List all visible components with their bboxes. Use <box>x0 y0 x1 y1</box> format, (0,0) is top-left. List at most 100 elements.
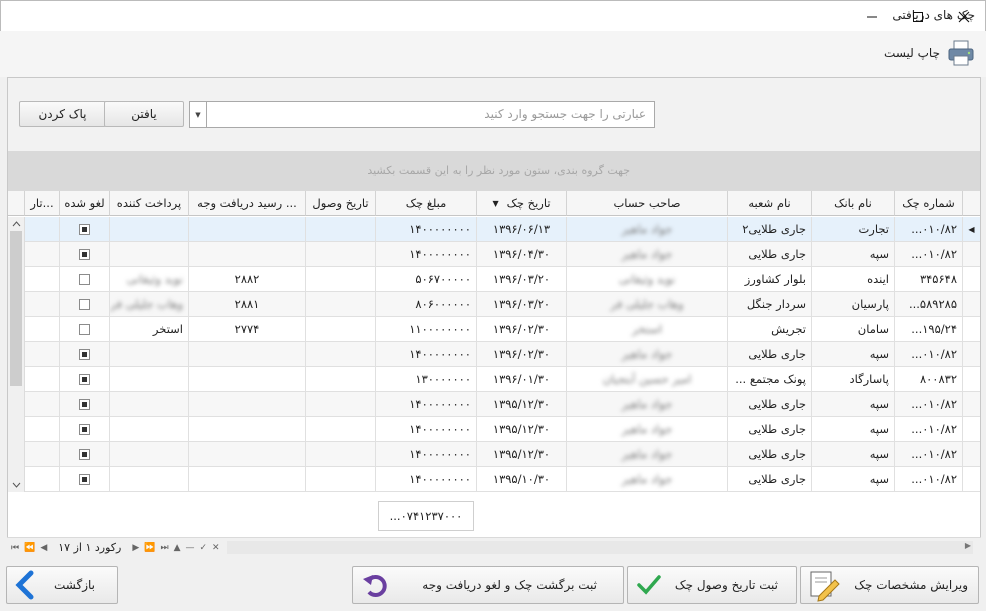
cancelled-checkbox[interactable] <box>79 348 90 360</box>
cancelled-checkbox[interactable] <box>79 323 90 335</box>
received-date-cell <box>306 442 376 467</box>
group-by-panel[interactable]: جهت گروه بندی، ستون مورد نظر را به این ق… <box>8 151 980 191</box>
search-input[interactable]: عبارتی را جهت جستجو وارد کنید <box>206 101 655 128</box>
header-date[interactable]: ▼ تاریخ چک <box>477 191 567 216</box>
table-row[interactable]: ۱۴۰۰۰۰۰۰۰۰ ۱۳۹۵/۱۲/۳۰ جواد ماهیر جاری طلایی… <box>8 442 980 467</box>
received-date-cell <box>306 292 376 317</box>
insert-record-icon[interactable]: ▲ <box>174 543 181 553</box>
record-counter: رکورد ۱ از ۱۷ <box>58 541 122 554</box>
cancelled-checkbox[interactable] <box>79 298 90 310</box>
table-row[interactable]: ۱۴۰۰۰۰۰۰۰۰ ۱۳۹۵/۱۲/۳۰ جواد ماهیر جاری طلایی… <box>8 417 980 442</box>
header-holder[interactable]: صاحب حساب <box>567 191 728 216</box>
prev-page-icon[interactable]: ⏪ <box>24 543 35 553</box>
record-navigator: ⏮ ⏪ ◀ رکورد ۱ از ۱۷ ▶ ⏩ ⏭ ▲ — ✓ ✕ ▶ <box>7 537 981 558</box>
header-payer[interactable]: پرداخت کننده <box>110 191 189 216</box>
tar-cell <box>25 292 60 317</box>
branch-cell: جاری طلایی۲ <box>728 217 812 242</box>
header-branch[interactable]: نام شعبه <box>728 191 812 216</box>
table-row[interactable]: ۱۴۰۰۰۰۰۰۰۰ ۱۳۹۵/۱۲/۳۰ جواد ماهیر جاری طلایی… <box>8 392 980 417</box>
table-row[interactable]: نوید وثیقانی ۲۸۸۲ ۵۰۶۷۰۰۰۰۰ ۱۳۹۶/۰۳/۲۰ نوید … <box>8 267 980 292</box>
receipt-cell: ۲۷۷۴ <box>189 317 306 342</box>
last-record-icon[interactable]: ⏭ <box>160 543 168 553</box>
header-tar[interactable]: تار... <box>25 191 60 216</box>
scroll-thumb[interactable] <box>10 231 22 386</box>
holder-cell: جواد ماهیر <box>567 392 728 417</box>
close-button[interactable] <box>941 1 986 32</box>
row-pointer-cell <box>963 292 980 317</box>
confirm-icon[interactable]: ✓ <box>200 543 208 553</box>
receipt-cell <box>189 217 306 242</box>
cancelled-checkbox[interactable] <box>79 473 90 485</box>
table-row[interactable]: ۱۴۰۰۰۰۰۰۰۰ ۱۳۹۶/۰۶/۱۳ جواد ماهیر جاری طلایی… <box>8 217 980 242</box>
holder-text: وهاب جلیلی فر <box>610 297 684 311</box>
cancelled-checkbox[interactable] <box>79 223 90 235</box>
vertical-scrollbar[interactable] <box>8 217 25 492</box>
table-row[interactable]: استخر ۲۷۷۴ ۱۱۰۰۰۰۰۰۰۰ ۱۳۹۶/۰۲/۳۰ استخر تجریش س… <box>8 317 980 342</box>
received-date-cell <box>306 417 376 442</box>
date-cell: ۱۳۹۶/۰۱/۳۰ <box>477 367 567 392</box>
holder-cell: جواد ماهیر <box>567 242 728 267</box>
row-pointer-cell <box>963 367 980 392</box>
receipt-cell: ۲۸۸۲ <box>189 267 306 292</box>
cancel-edit-icon[interactable]: ✕ <box>212 543 220 553</box>
header-bank[interactable]: نام بانک <box>812 191 895 216</box>
receipt-cell <box>189 392 306 417</box>
holder-cell: نوید وثیقانی <box>567 267 728 292</box>
table-row[interactable]: ۱۴۰۰۰۰۰۰۰۰ ۱۳۹۶/۰۴/۳۰ جواد ماهیر جاری طلایی… <box>8 242 980 267</box>
register-receive-date-button[interactable]: ثبت تاریخ وصول چک <box>627 566 797 604</box>
checkmark-icon <box>637 575 661 595</box>
cancelled-checkbox[interactable] <box>79 248 90 260</box>
print-list-button[interactable]: چاپ لیست <box>884 37 976 69</box>
header-cancelled[interactable]: لغو شده <box>60 191 110 216</box>
header-received-date[interactable]: تاریخ وصول <box>306 191 376 216</box>
payer-cell <box>110 217 189 242</box>
minimize-icon <box>867 16 877 17</box>
header-check-no[interactable]: شماره چک <box>895 191 963 216</box>
chevron-left-icon <box>15 570 34 600</box>
tar-cell <box>25 417 60 442</box>
payer-cell <box>110 367 189 392</box>
cancelled-checkbox[interactable] <box>79 448 90 460</box>
cancelled-checkbox[interactable] <box>79 398 90 410</box>
next-record-icon[interactable]: ▶ <box>132 543 139 553</box>
date-cell: ۱۳۹۵/۱۰/۳۰ <box>477 467 567 492</box>
date-cell: ۱۳۹۵/۱۲/۳۰ <box>477 417 567 442</box>
amount-cell: ۱۴۰۰۰۰۰۰۰۰ <box>376 217 477 242</box>
minimize-button[interactable] <box>849 1 895 32</box>
delete-record-icon[interactable]: — <box>186 543 195 553</box>
payer-cell: نوید وثیقانی <box>110 267 189 292</box>
find-button[interactable]: یافتن <box>104 101 184 127</box>
branch-cell: جاری طلایی <box>728 392 812 417</box>
horizontal-scrollbar[interactable]: ▶ <box>227 541 973 554</box>
holder-text: امیر حسین آبتجیان <box>602 372 692 386</box>
table-row[interactable]: ۱۴۰۰۰۰۰۰۰۰ ۱۳۹۵/۱۰/۳۰ جواد ماهیر جاری طلایی… <box>8 467 980 492</box>
cancelled-checkbox[interactable] <box>79 373 90 385</box>
receipt-cell <box>189 342 306 367</box>
header-amount[interactable]: مبلغ چک <box>376 191 477 216</box>
return-cancel-button[interactable]: ثبت برگشت چک و لغو دریافت وجه <box>352 566 624 604</box>
cancelled-checkbox[interactable] <box>79 273 90 285</box>
bank-cell: سپه <box>812 342 895 367</box>
table-row[interactable]: وهاب جلیلی فر ۲۸۸۱ ۸۰۶۰۰۰۰۰۰ ۱۳۹۶/۰۳/۲۰ وهاب… <box>8 292 980 317</box>
scroll-right-icon[interactable]: ▶ <box>965 541 971 550</box>
back-button[interactable]: بازگشت <box>6 566 118 604</box>
edit-check-button[interactable]: ویرایش مشخصات چک <box>800 566 979 604</box>
cancelled-cell <box>60 392 110 417</box>
scroll-down-icon <box>12 482 21 488</box>
cancelled-checkbox[interactable] <box>79 423 90 435</box>
search-history-dropdown[interactable]: ▼ <box>189 101 206 128</box>
table-row[interactable]: ۱۴۰۰۰۰۰۰۰۰ ۱۳۹۶/۰۲/۳۰ جواد ماهیر جاری طلایی… <box>8 342 980 367</box>
find-label: یافتن <box>131 107 157 121</box>
amount-cell: ۱۴۰۰۰۰۰۰۰۰ <box>376 242 477 267</box>
holder-text: جواد ماهیر <box>621 447 673 461</box>
header-receipt[interactable]: رسید دریافت وجه ... <box>189 191 306 216</box>
bank-cell: پاسارگاد <box>812 367 895 392</box>
first-record-icon[interactable]: ⏮ <box>11 543 19 553</box>
maximize-button[interactable] <box>895 1 941 32</box>
date-cell: ۱۳۹۶/۰۲/۳۰ <box>477 342 567 367</box>
clear-button[interactable]: پاک کردن <box>19 101 106 127</box>
holder-cell: جواد ماهیر <box>567 217 728 242</box>
table-row[interactable]: ۱۳۰۰۰۰۰۰۰ ۱۳۹۶/۰۱/۳۰ امیر حسین آبتجیان پونک… <box>8 367 980 392</box>
prev-record-icon[interactable]: ◀ <box>40 543 47 553</box>
next-page-icon[interactable]: ⏩ <box>144 543 155 553</box>
